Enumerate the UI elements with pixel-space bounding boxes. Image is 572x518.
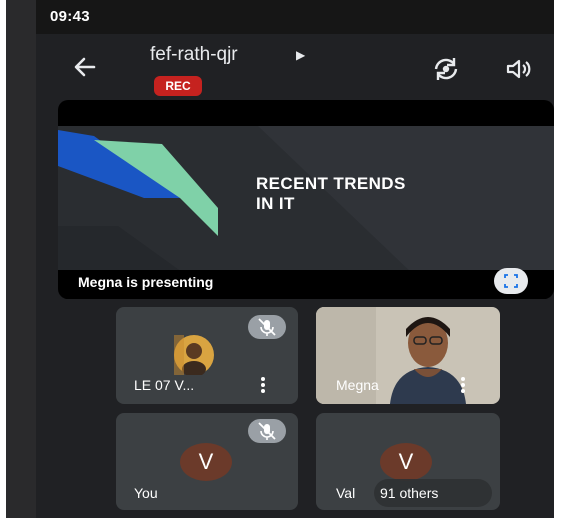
mic-off-chip (248, 315, 286, 339)
avatar: V (380, 443, 432, 481)
avatar: V (180, 443, 232, 481)
more-vert-icon[interactable] (260, 376, 266, 394)
speaker-icon[interactable] (504, 57, 534, 81)
slide-title: RECENT TRENDS IN IT (256, 174, 406, 214)
more-vert-icon[interactable] (460, 376, 466, 394)
mic-off-chip (248, 419, 286, 443)
presenter-label: Megna is presenting (78, 274, 214, 290)
participant-tile-megna[interactable]: Megna (316, 307, 500, 404)
status-bar (36, 0, 554, 34)
meeting-code[interactable]: fef-rath-qjr (150, 44, 238, 66)
back-arrow-icon[interactable] (68, 50, 102, 84)
fullscreen-icon (504, 274, 518, 288)
participant-avatar (174, 335, 214, 375)
slide-title-line1: RECENT TRENDS (256, 174, 406, 193)
mic-off-icon (258, 422, 276, 440)
phone-screen: 09:43 fef-rath-qjr ▶ REC RECENT TRENDS I… (6, 0, 554, 518)
others-count-label[interactable]: 91 others (380, 485, 438, 501)
rec-badge: REC (154, 76, 202, 96)
caret-right-icon[interactable]: ▶ (296, 48, 305, 62)
presentation-view[interactable]: RECENT TRENDS IN IT Megna is presenting (58, 100, 554, 299)
left-edge (6, 0, 36, 518)
participant-name: Val (336, 485, 356, 501)
participant-tile-you[interactable]: V You (116, 413, 298, 510)
slide-title-line2: IN IT (256, 194, 295, 213)
participant-name: Megna (336, 377, 379, 393)
participant-tile-le07[interactable]: LE 07 V... (116, 307, 298, 404)
participant-name: LE 07 V... (134, 377, 195, 393)
fullscreen-button[interactable] (494, 268, 528, 294)
participant-name: You (134, 485, 158, 501)
status-time: 09:43 (50, 8, 90, 25)
switch-camera-icon[interactable] (430, 55, 462, 83)
participant-tile-others[interactable]: V Val 91 others (316, 413, 500, 510)
mic-off-icon (258, 318, 276, 336)
